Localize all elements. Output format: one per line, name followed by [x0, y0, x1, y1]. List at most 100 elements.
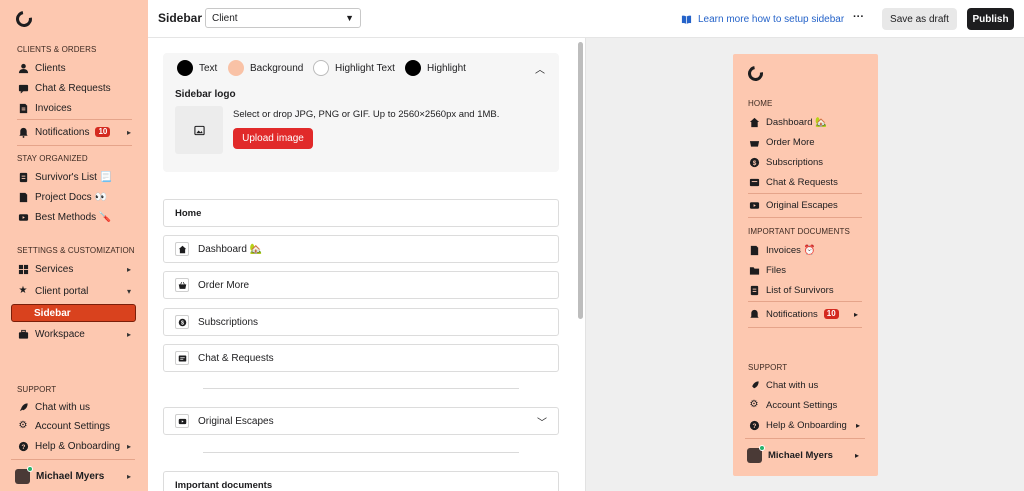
highlight-text-color-option[interactable]: Highlight Text: [313, 60, 395, 76]
logo-icon[interactable]: [12, 7, 36, 31]
sidebar-editor: Text Background Highlight Text Highlight…: [148, 38, 586, 491]
style-panel: Text Background Highlight Text Highlight…: [163, 53, 559, 172]
nav-invoices[interactable]: Invoices: [17, 99, 133, 117]
grid-icon: [17, 263, 29, 275]
nav-services-label: Services: [35, 263, 74, 275]
nav-item-subscriptions[interactable]: $ Subscriptions: [163, 308, 559, 336]
nav-sidebar[interactable]: Sidebar: [11, 304, 136, 322]
chevron-right-icon: ▸: [126, 441, 131, 451]
preview-nav-invoices[interactable]: Invoices ⏰: [748, 241, 866, 259]
nav-chat[interactable]: Chat & Requests: [17, 79, 133, 97]
invoice-icon: [17, 102, 29, 114]
publish-button[interactable]: Publish: [967, 8, 1014, 30]
notifications-badge: 10: [95, 127, 111, 137]
nav-notifications[interactable]: Notifications 10 ▸: [17, 123, 131, 141]
preview-nav-chat-with-us[interactable]: Chat with us: [748, 376, 866, 394]
learn-more-text: Learn more how to setup sidebar: [698, 13, 845, 25]
preview-nav-help-label: Help & Onboarding: [766, 419, 847, 431]
preview-nav-original-escapes-label: Original Escapes: [766, 199, 838, 211]
nav-best-methods[interactable]: Best Methods 🪛: [17, 208, 133, 226]
book-icon: [680, 13, 692, 25]
image-icon: [193, 124, 205, 136]
highlight-text-color-swatch[interactable]: [313, 60, 329, 76]
section-support: SUPPORT: [17, 385, 57, 394]
preview-nav-subscriptions[interactable]: $ Subscriptions: [748, 153, 866, 171]
chevron-right-icon: ▸: [853, 309, 858, 319]
doc-icon: [17, 191, 29, 203]
home-icon: [175, 242, 189, 256]
preview-nav-help[interactable]: ? Help & Onboarding ▸: [748, 416, 860, 434]
nav-best-methods-label: Best Methods 🪛: [35, 211, 112, 223]
nav-project-docs[interactable]: Project Docs 👀: [17, 188, 133, 206]
nav-item-order-more-label: Order More: [198, 279, 250, 291]
divider: [11, 459, 135, 460]
chevron-right-icon: ▸: [854, 450, 859, 460]
svg-text:$: $: [752, 159, 756, 166]
nav-account-settings-label: Account Settings: [35, 420, 111, 432]
more-options-button[interactable]: ···: [853, 11, 864, 23]
upload-image-button[interactable]: Upload image: [233, 128, 313, 149]
folder-icon: [748, 264, 760, 276]
bell-icon: [17, 126, 29, 138]
nav-item-important-documents[interactable]: Important documents: [163, 471, 559, 491]
highlight-color-swatch[interactable]: [405, 60, 421, 76]
chevron-up-icon[interactable]: ︿: [535, 61, 545, 76]
nav-clients-label: Clients: [35, 62, 66, 74]
text-color-option[interactable]: Text: [177, 60, 217, 76]
audience-select[interactable]: Client ▼: [205, 8, 361, 28]
nav-survivors-list[interactable]: Survivor's List 📃: [17, 168, 133, 186]
preview-user-menu[interactable]: Michael Myers ▸: [747, 444, 859, 464]
nav-workspace-label: Workspace: [35, 328, 85, 340]
nav-item-subscriptions-label: Subscriptions: [198, 316, 259, 328]
preview-nav-order-more[interactable]: Order More: [748, 133, 866, 151]
preview-nav-list-survivors[interactable]: List of Survivors: [748, 281, 866, 299]
save-draft-button[interactable]: Save as draft: [882, 8, 957, 30]
user-menu[interactable]: Michael Myers ▸: [15, 465, 131, 485]
nav-help[interactable]: ? Help & Onboarding ▸: [17, 437, 131, 455]
preview-nav-chat[interactable]: Chat & Requests: [748, 173, 866, 191]
preview-nav-account-settings[interactable]: ⚙ Account Settings: [748, 396, 866, 414]
nav-item-order-more[interactable]: Order More: [163, 271, 559, 299]
nav-account-settings[interactable]: ⚙ Account Settings: [17, 417, 133, 435]
preview-nav-dashboard[interactable]: Dashboard 🏡: [748, 113, 866, 131]
nav-item-original-escapes[interactable]: Original Escapes ﹀: [163, 407, 559, 435]
logo-hint: Select or drop JPG, PNG or GIF. Up to 25…: [233, 109, 500, 120]
preview-nav-original-escapes[interactable]: Original Escapes: [748, 196, 866, 214]
preview-nav-notifications[interactable]: Notifications 10 ▸: [748, 305, 858, 323]
divider: [17, 119, 132, 120]
chevron-down-icon[interactable]: ﹀: [537, 414, 547, 429]
background-color-swatch[interactable]: [228, 60, 244, 76]
nav-clients[interactable]: Clients: [17, 59, 133, 77]
nav-item-home[interactable]: Home: [163, 199, 559, 227]
nav-services[interactable]: Services ▸: [17, 260, 131, 278]
nav-chat-with-us[interactable]: Chat with us: [17, 398, 133, 416]
nav-item-dashboard[interactable]: Dashboard 🏡: [163, 235, 559, 263]
audience-select-value: Client: [212, 12, 238, 24]
chat-icon: [748, 176, 760, 188]
nav-invoices-label: Invoices: [35, 102, 72, 114]
nav-project-docs-label: Project Docs 👀: [35, 191, 107, 203]
preview-nav-invoices-label: Invoices ⏰: [766, 244, 816, 256]
rocket-icon: [17, 401, 29, 413]
logo-icon: [745, 63, 766, 84]
svg-text:?: ?: [752, 422, 756, 429]
nav-workspace[interactable]: Workspace ▸: [17, 325, 131, 343]
svg-text:$: $: [181, 320, 184, 326]
editor-scrollbar[interactable]: [578, 42, 583, 319]
divider: [748, 193, 862, 194]
text-color-swatch[interactable]: [177, 60, 193, 76]
learn-more-link[interactable]: Learn more how to setup sidebar: [680, 13, 844, 25]
online-status-dot: [27, 465, 33, 472]
background-color-label: Background: [250, 62, 304, 74]
logo-dropzone[interactable]: [175, 106, 223, 154]
avatar: [747, 444, 765, 463]
nav-client-portal[interactable]: ★ Client portal ▾: [17, 282, 131, 300]
dollar-icon: $: [748, 156, 760, 168]
nav-item-chat[interactable]: Chat & Requests: [163, 344, 559, 372]
preview-nav-account-settings-label: Account Settings: [766, 399, 838, 411]
preview-nav-files[interactable]: Files: [748, 261, 866, 279]
background-color-option[interactable]: Background: [228, 60, 303, 76]
highlight-color-option[interactable]: Highlight: [405, 60, 466, 76]
preview-nav-chat-label: Chat & Requests: [766, 176, 838, 188]
chevron-down-icon: ▾: [126, 286, 131, 296]
